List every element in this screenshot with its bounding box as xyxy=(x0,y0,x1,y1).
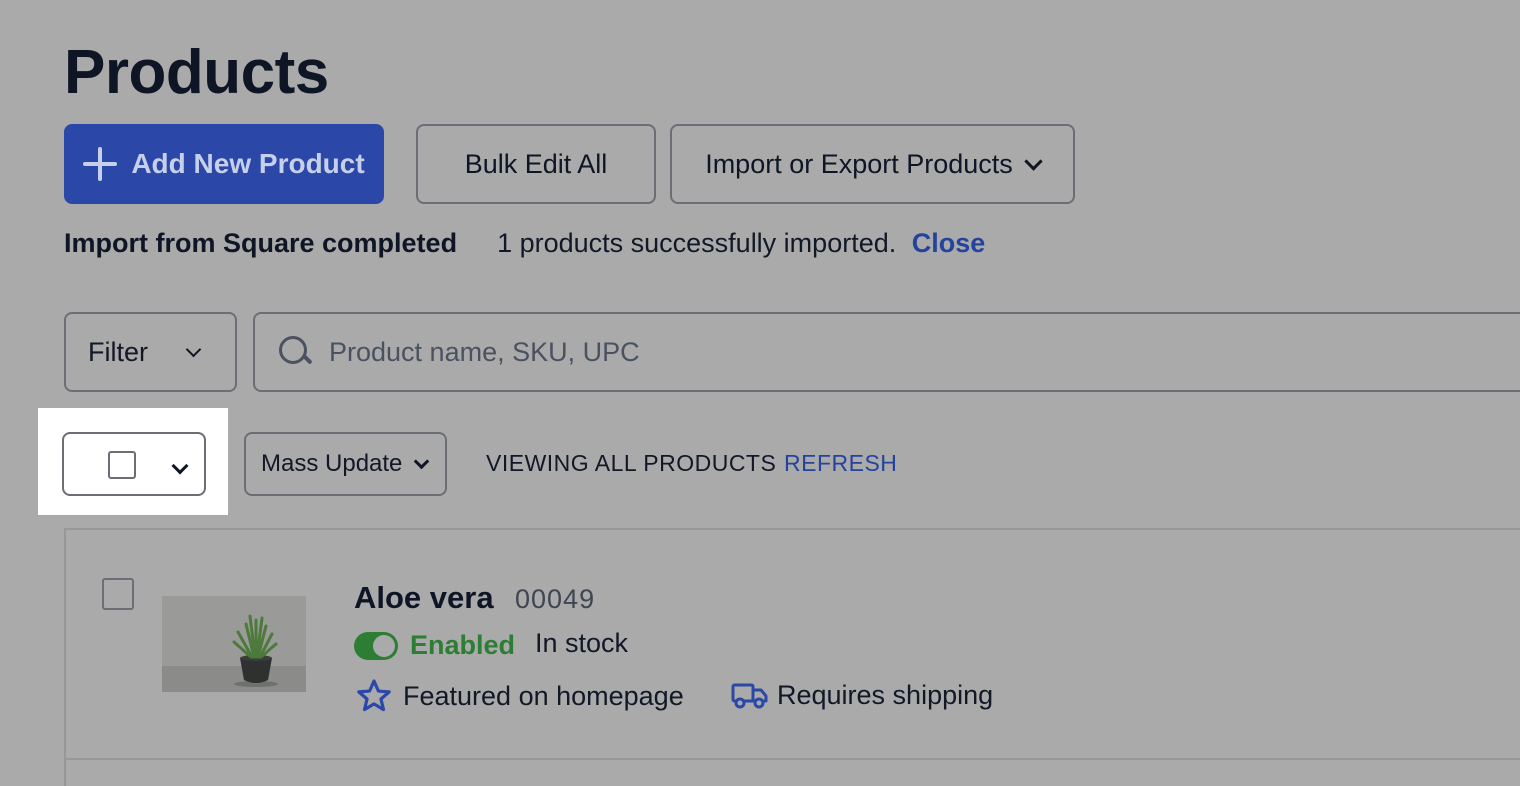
product-row-checkbox[interactable] xyxy=(102,578,134,610)
page-title: Products xyxy=(64,38,329,107)
enabled-status: Enabled xyxy=(410,630,516,660)
chevron-down-icon xyxy=(414,453,430,469)
enabled-toggle[interactable] xyxy=(354,632,398,660)
products-page: Products Add New Product Bulk Edit All I… xyxy=(0,0,1520,786)
product-thumbnail[interactable] xyxy=(162,596,306,692)
mass-update-label: Mass Update xyxy=(261,450,403,477)
product-sku: 00049 xyxy=(515,584,596,614)
mass-update-dropdown[interactable]: Mass Update xyxy=(244,432,447,496)
product-row-next xyxy=(64,758,1520,786)
add-new-product-label: Add New Product xyxy=(131,148,365,179)
chevron-down-icon xyxy=(185,341,202,357)
notice-close-link[interactable]: Close xyxy=(912,228,986,258)
bulk-edit-all-label: Bulk Edit All xyxy=(464,148,608,179)
notice-heading: Import from Square completed xyxy=(64,228,458,258)
filter-dropdown[interactable]: Filter xyxy=(64,312,237,392)
search-input[interactable] xyxy=(327,335,1431,369)
select-all-checkbox[interactable] xyxy=(108,451,136,479)
import-export-products-button[interactable]: Import or Export Products xyxy=(670,124,1075,204)
plus-icon xyxy=(83,147,118,181)
featured-label: Featured on homepage xyxy=(403,681,684,711)
import-notice: Import from Square completed 1 products … xyxy=(64,226,985,260)
star-icon xyxy=(357,679,391,712)
filter-label: Filter xyxy=(88,336,148,367)
search-bar xyxy=(253,312,1520,392)
truck-icon xyxy=(731,683,768,709)
select-all-dropdown[interactable] xyxy=(62,432,206,496)
featured-indicator: Featured on homepage xyxy=(355,677,684,715)
search-icon xyxy=(277,334,313,370)
add-new-product-button[interactable]: Add New Product xyxy=(64,124,384,204)
notice-body: 1 products successfully imported. Close xyxy=(497,226,985,260)
product-name-link[interactable]: Aloe vera xyxy=(354,579,494,617)
stock-status: In stock xyxy=(535,628,629,658)
shipping-label: Requires shipping xyxy=(777,680,994,710)
bulk-edit-all-button[interactable]: Bulk Edit All xyxy=(416,124,656,204)
viewing-status: VIEWING ALL PRODUCTS xyxy=(486,450,777,476)
notice-message: 1 products successfully imported. xyxy=(497,228,897,258)
chevron-down-icon xyxy=(1024,151,1043,171)
refresh-link[interactable]: REFRESH xyxy=(784,449,897,477)
import-export-label: Import or Export Products xyxy=(705,148,1013,179)
shipping-indicator: Requires shipping xyxy=(731,677,993,713)
chevron-down-icon[interactable] xyxy=(171,457,189,475)
plant-photo-icon xyxy=(162,596,306,692)
